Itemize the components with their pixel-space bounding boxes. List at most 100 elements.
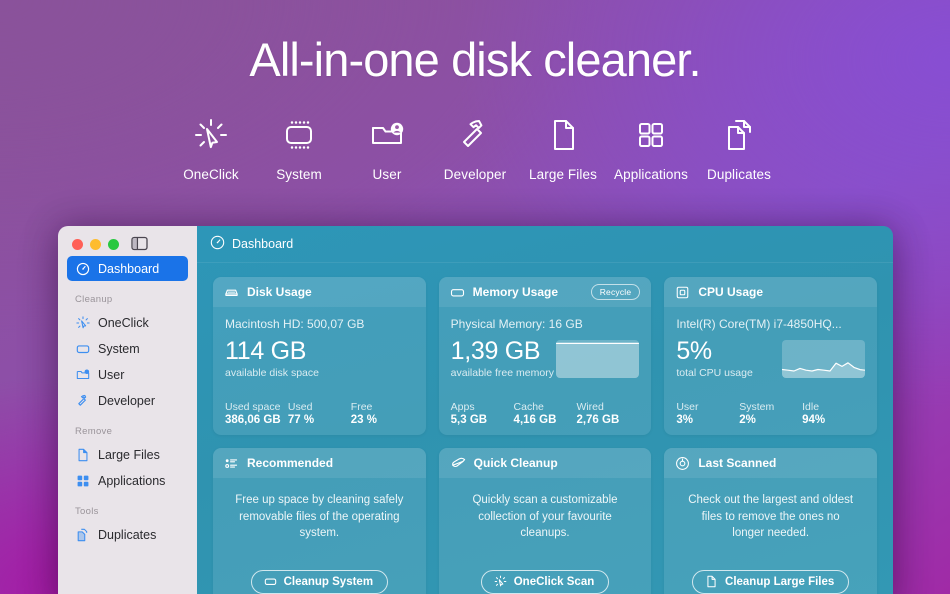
sidebar: Dashboard Cleanup OneClick System User D… (58, 226, 197, 594)
sidebar-item-oneclick[interactable]: OneClick (67, 310, 188, 335)
feature-large-files[interactable]: Large Files (519, 114, 607, 182)
card-body: Free up space by cleaning safely removab… (213, 478, 426, 594)
dashboard-grid: Disk Usage Macintosh HD: 500,07 GB 114 G… (197, 263, 893, 594)
stat-user: User 3% (676, 401, 699, 426)
card-title: Disk Usage (247, 285, 312, 299)
feature-label: Duplicates (706, 166, 772, 182)
card-title: CPU Usage (698, 285, 764, 299)
button-label: Cleanup Large Files (725, 575, 835, 588)
cpu-usage-sparkline (782, 340, 865, 378)
user-folder-icon (75, 367, 90, 382)
sidebar-toggle-icon[interactable] (131, 236, 148, 256)
button-label: Cleanup System (283, 575, 374, 588)
system-chip-icon (75, 341, 90, 356)
feature-applications[interactable]: Applications (607, 114, 695, 182)
oneclick-scan-button[interactable]: OneClick Scan (480, 570, 610, 594)
feature-user[interactable]: User (343, 114, 431, 182)
feature-duplicates[interactable]: Duplicates (695, 114, 783, 182)
sidebar-item-applications[interactable]: Applications (67, 468, 188, 493)
sidebar-item-large-files[interactable]: Large Files (67, 442, 188, 467)
stat-used-percent: Used 77 % (287, 401, 315, 426)
card-disk-usage: Disk Usage Macintosh HD: 500,07 GB 114 G… (213, 277, 426, 435)
sidebar-item-label: System (98, 341, 140, 356)
card-last-scanned: Last Scanned Check out the largest and o… (664, 448, 877, 594)
memory-free-value: 1,39 GB (450, 337, 541, 365)
card-title: Quick Cleanup (473, 456, 558, 470)
card-recommended: Recommended Free up space by cleaning sa… (213, 448, 426, 594)
disk-subtitle: Macintosh HD: 500,07 GB (225, 317, 365, 331)
stat-wired: Wired 2,76 GB (576, 401, 620, 426)
stat-free-percent: Free 23 % (350, 401, 377, 426)
hero-section: All-in-one disk cleaner. OneClick System… (0, 0, 950, 182)
stat-system: System 2% (739, 401, 775, 426)
card-body: Intel(R) Core(TM) i7-4850HQ... 5% total … (664, 307, 877, 435)
applications-grid-icon (631, 114, 671, 156)
feature-label: Large Files (529, 166, 597, 182)
quick-cleanup-description: Quickly scan a customizable collection o… (472, 494, 618, 540)
feature-label: System (276, 166, 322, 182)
feature-developer[interactable]: Developer (431, 114, 519, 182)
app-window: Dashboard Cleanup OneClick System User D… (58, 226, 893, 594)
cleanup-large-files-button[interactable]: Cleanup Large Files (692, 570, 850, 594)
sidebar-item-system[interactable]: System (67, 336, 188, 361)
memory-usage-sparkline (556, 340, 640, 378)
gauge-icon (75, 261, 90, 276)
memory-chip-icon (450, 285, 465, 300)
gauge-icon (210, 235, 225, 253)
minimize-button[interactable] (90, 239, 101, 250)
duplicates-copy-icon (75, 527, 90, 542)
card-title: Last Scanned (698, 456, 777, 470)
maximize-button[interactable] (108, 239, 119, 250)
system-chip-icon (279, 114, 319, 156)
cleanup-system-button[interactable]: Cleanup System (250, 570, 389, 594)
disk-available-caption: available disk space (225, 367, 319, 380)
stat-used-space: Used space 386,06 GB (225, 401, 281, 426)
feature-icon-row: OneClick System User Developer Large Fil… (0, 114, 950, 182)
cpu-stats: User 3% System 2% Idle 94% (676, 401, 865, 426)
stat-idle: Idle 94% (802, 401, 826, 426)
sidebar-item-developer[interactable]: Developer (67, 388, 188, 413)
cpu-subtitle: Intel(R) Core(TM) i7-4850HQ... (676, 317, 842, 331)
card-header: Memory Usage Recycle (438, 277, 652, 307)
sidebar-group-title: Tools (75, 506, 99, 517)
cpu-usage-caption: total CPU usage (676, 367, 753, 380)
large-files-document-icon (75, 447, 90, 462)
titlebar: Dashboard (197, 226, 893, 263)
sidebar-item-duplicates[interactable]: Duplicates (67, 522, 188, 547)
disk-available-value: 114 GB (225, 337, 307, 365)
card-header: Last Scanned (664, 448, 877, 478)
close-button[interactable] (72, 239, 83, 250)
sidebar-item-label: OneClick (98, 315, 149, 330)
card-memory-usage: Memory Usage Recycle Physical Memory: 16… (438, 277, 652, 435)
checklist-icon (224, 456, 239, 471)
stat-apps: Apps 5,3 GB (450, 401, 488, 426)
sidebar-item-dashboard[interactable]: Dashboard (67, 256, 188, 281)
feature-system[interactable]: System (255, 114, 343, 182)
memory-stats: Apps 5,3 GB Cache 4,16 GB Wired 2,76 GB (451, 401, 640, 426)
hard-drive-icon (224, 285, 239, 300)
card-body: Quickly scan a customizable collection o… (439, 478, 652, 594)
timer-icon (675, 456, 690, 471)
card-title: Recommended (247, 456, 334, 470)
cpu-icon (675, 285, 690, 300)
feature-label: Developer (443, 166, 507, 182)
sidebar-item-label: Applications (98, 473, 166, 488)
sidebar-group-title: Cleanup (75, 294, 113, 305)
oneclick-cursor-icon (494, 575, 507, 588)
broom-icon (450, 455, 466, 471)
page-title: All-in-one disk cleaner. (249, 33, 701, 86)
developer-hammer-icon (455, 114, 495, 156)
stat-cache: Cache 4,16 GB (513, 401, 557, 426)
sidebar-item-user[interactable]: User (67, 362, 188, 387)
recycle-button[interactable]: Recycle (590, 283, 641, 301)
feature-oneclick[interactable]: OneClick (167, 114, 255, 182)
sidebar-item-label: Large Files (98, 447, 160, 462)
system-chip-icon (264, 575, 277, 588)
card-quick-cleanup: Quick Cleanup Quickly scan a customizabl… (438, 448, 652, 594)
feature-label: Applications (614, 166, 688, 182)
card-header: CPU Usage (664, 277, 877, 307)
developer-hammer-icon (75, 393, 90, 408)
sidebar-item-label: Dashboard (98, 261, 160, 276)
card-cpu-usage: CPU Usage Intel(R) Core(TM) i7-4850HQ...… (664, 277, 877, 435)
card-body: Physical Memory: 16 GB 1,39 GB available… (439, 307, 652, 435)
